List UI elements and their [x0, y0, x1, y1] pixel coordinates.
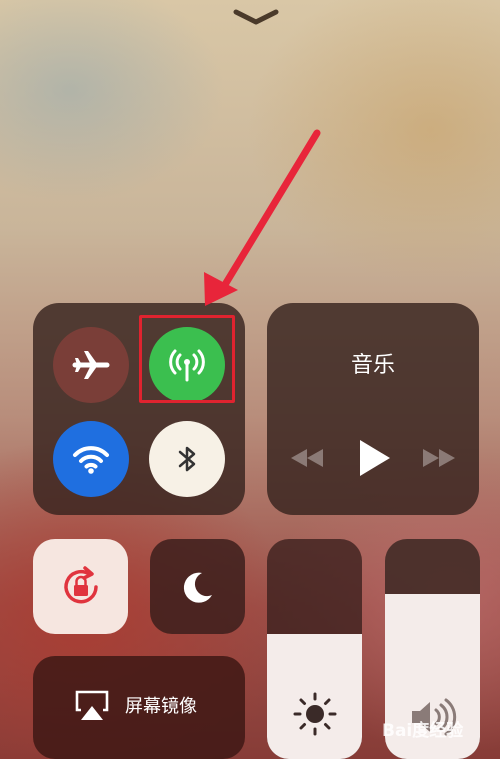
watermark-text: Bai度经验 — [382, 721, 464, 741]
annotation-arrow — [204, 129, 321, 306]
